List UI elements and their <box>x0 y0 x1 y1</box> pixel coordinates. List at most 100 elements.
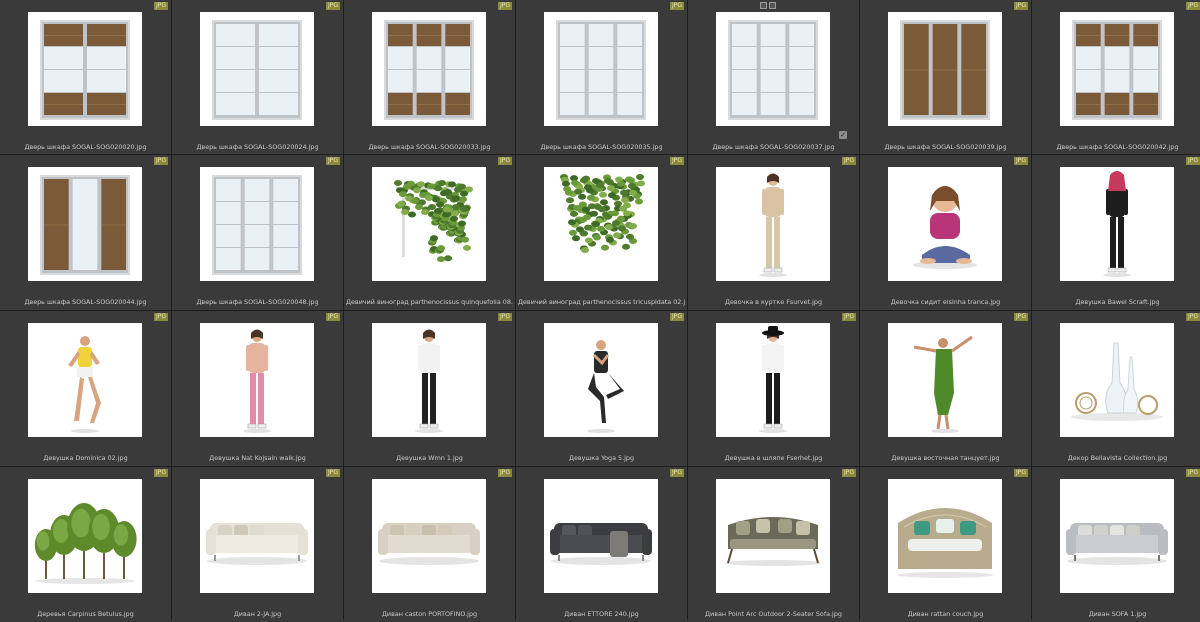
thumbnail-tile[interactable]: JPG Декор Bellavista Collection.jpg <box>1032 311 1200 466</box>
file-type-badge: JPG <box>1013 2 1028 10</box>
thumbnail-image[interactable] <box>716 323 830 437</box>
thumbnail-preview <box>378 523 480 565</box>
thumbnail-tile[interactable]: JPG Девушка Bawel Scraft.jpg <box>1032 155 1200 310</box>
checkbox-icon[interactable]: ✓ <box>839 131 847 139</box>
file-type-badge: JPG <box>1013 157 1028 165</box>
file-type-badge: JPG <box>153 469 168 477</box>
edit-icon[interactable] <box>769 2 776 9</box>
thumbnail-tile[interactable]: JPG Диван ETTORE 240.jpg <box>516 467 687 622</box>
thumbnail-grid: JPG Дверь шкафа SOGAL-SOG020020.jpg JPG Две… <box>0 0 1200 622</box>
thumbnail-preview <box>560 174 645 253</box>
file-type-badge: JPG <box>325 157 340 165</box>
thumbnail-image[interactable] <box>200 323 314 437</box>
file-type-badge: JPG <box>1185 157 1200 165</box>
file-type-badge: JPG <box>325 313 340 321</box>
file-type-badge: JPG <box>669 469 684 477</box>
thumbnail-image[interactable] <box>28 12 142 126</box>
file-type-badge: JPG <box>1185 2 1200 10</box>
thumbnail-preview <box>897 508 993 578</box>
thumbnail-tile[interactable]: JPG Диван rattan couch.jpg <box>860 467 1031 622</box>
thumbnail-image[interactable] <box>200 167 314 281</box>
thumbnail-tile[interactable]: JPG Девушка восточная танцует.jpg <box>860 311 1031 466</box>
thumbnail-tile[interactable]: JPG Диван Point Arc Outdoor 2-Seater Sofa… <box>688 467 859 622</box>
thumbnail-tile[interactable]: JPG Дверь шкафа SOGAL-SOG020024.jpg <box>172 0 343 154</box>
thumbnail-tile[interactable]: JPG Дверь шкафа SOGAL-SOG020035.jpg <box>516 0 687 154</box>
thumbnail-image[interactable] <box>888 167 1002 281</box>
thumbnail-image[interactable] <box>888 12 1002 126</box>
file-name-label: Дверь шкафа SOGAL-SOG020044.jpg <box>24 298 147 306</box>
thumbnail-preview <box>1103 171 1131 277</box>
thumbnail-preview <box>415 329 443 433</box>
thumbnail-tile[interactable]: JPG Дверь шкафа SOGAL-SOG020044.jpg <box>0 155 171 310</box>
thumbnail-image[interactable] <box>888 479 1002 593</box>
file-type-badge: JPG <box>497 469 512 477</box>
thumbnail-preview <box>1072 20 1162 120</box>
thumbnail-image[interactable] <box>888 323 1002 437</box>
thumbnail-image[interactable] <box>544 167 658 281</box>
thumbnail-tile[interactable]: JPG Девушка Yoga 5.jpg <box>516 311 687 466</box>
thumbnail-preview <box>550 523 652 565</box>
thumbnail-image[interactable] <box>28 167 142 281</box>
thumbnail-image[interactable] <box>372 479 486 593</box>
thumbnail-tile[interactable]: JPG Дверь шкафа SOGAL-SOG020048.jpg <box>172 155 343 310</box>
thumbnail-tile[interactable]: JPG Дверь шкафа SOGAL-SOG020039.jpg <box>860 0 1031 154</box>
thumbnail-tile[interactable]: JPG Девочка сидит elsinha tranca.jpg <box>860 155 1031 310</box>
file-name-label: Девушка восточная танцует.jpg <box>891 454 1000 462</box>
thumbnail-preview <box>206 523 308 565</box>
thumbnail-tile[interactable]: JPG Диван caston PORTOFINO.jpg <box>344 467 515 622</box>
file-name-label: Диван 2-JA.jpg <box>233 610 282 618</box>
file-name-label: Девушка в шляпе Fserhet.jpg <box>724 454 823 462</box>
file-name-label: Девушка Wmn 1.jpg <box>396 454 463 462</box>
file-name-label: Дверь шкафа SOGAL-SOG020048.jpg <box>196 298 319 306</box>
thumbnail-preview <box>212 20 302 120</box>
file-type-badge: JPG <box>325 469 340 477</box>
thumbnail-image[interactable] <box>1060 12 1174 126</box>
thumbnail-preview <box>913 335 973 433</box>
tile-toolbar-icons[interactable] <box>760 2 776 9</box>
thumbnail-image[interactable] <box>716 12 830 126</box>
thumbnail-tile[interactable]: JPG Дверь шкафа SOGAL-SOG020042.jpg <box>1032 0 1200 154</box>
file-name-label: Девушка Nat Kojsain walk.jpg <box>209 454 306 462</box>
thumbnail-tile[interactable]: JPG Диван SOFA 1.jpg <box>1032 467 1200 622</box>
file-name-label: Девушка Yoga 5.jpg <box>568 454 635 462</box>
thumbnail-image[interactable] <box>372 167 486 281</box>
thumbnail-preview <box>1071 342 1163 421</box>
thumbnail-image[interactable] <box>28 323 142 437</box>
thumbnail-image[interactable] <box>544 12 658 126</box>
thumbnail-tile[interactable]: JPG Девичий виноград parthenocissus tricu… <box>516 155 687 310</box>
file-type-badge: JPG <box>841 157 856 165</box>
thumbnail-image[interactable] <box>716 479 830 593</box>
thumbnail-tile[interactable]: JPG Дверь шкафа SOGAL-SOG020020.jpg <box>0 0 171 154</box>
thumbnail-image[interactable] <box>1060 323 1174 437</box>
thumbnail-tile[interactable]: JPG Диван 2-JA.jpg <box>172 467 343 622</box>
thumbnail-tile[interactable]: JPG Девушка Nat Kojsain walk.jpg <box>172 311 343 466</box>
file-type-badge: JPG <box>497 313 512 321</box>
thumbnail-image[interactable] <box>372 323 486 437</box>
thumbnail-image[interactable] <box>200 479 314 593</box>
thumbnail-tile[interactable]: JPG Девушка Wmn 1.jpg <box>344 311 515 466</box>
thumbnail-image[interactable] <box>372 12 486 126</box>
thumbnail-preview <box>212 175 302 275</box>
thumbnail-tile[interactable]: JPG Деревья Carpinus Betulus.jpg <box>0 467 171 622</box>
thumbnail-preview <box>68 336 101 433</box>
thumbnail-tile[interactable]: ✓ Дверь шкафа SOGAL-SOG020037.jpg <box>688 0 859 154</box>
file-name-label: Дверь шкафа SOGAL-SOG020035.jpg <box>540 143 663 151</box>
thumbnail-image[interactable] <box>544 479 658 593</box>
thumbnail-tile[interactable]: JPG Девочка в куртке Fsurvet.jpg <box>688 155 859 310</box>
thumbnail-image[interactable] <box>28 479 142 593</box>
file-type-badge: JPG <box>153 313 168 321</box>
file-name-label: Дверь шкафа SOGAL-SOG020020.jpg <box>24 143 147 151</box>
thumbnail-tile[interactable]: JPG Дверь шкафа SOGAL-SOG020033.jpg <box>344 0 515 154</box>
thumbnail-tile[interactable]: JPG Девушка Dominica 02.jpg <box>0 311 171 466</box>
thumbnail-image[interactable] <box>200 12 314 126</box>
file-name-label: Диван rattan couch.jpg <box>907 610 984 618</box>
thumbnail-image[interactable] <box>544 323 658 437</box>
thumbnail-tile[interactable]: JPG Девушка в шляпе Fserhet.jpg <box>688 311 859 466</box>
thumbnail-image[interactable] <box>1060 479 1174 593</box>
file-type-badge: JPG <box>497 2 512 10</box>
file-name-label: Девичий виноград parthenocissus quinquef… <box>346 298 513 306</box>
thumbnail-tile[interactable]: JPG Девичий виноград parthenocissus quinq… <box>344 155 515 310</box>
thumbnail-image[interactable] <box>1060 167 1174 281</box>
frame-icon[interactable] <box>760 2 767 9</box>
thumbnail-image[interactable] <box>716 167 830 281</box>
